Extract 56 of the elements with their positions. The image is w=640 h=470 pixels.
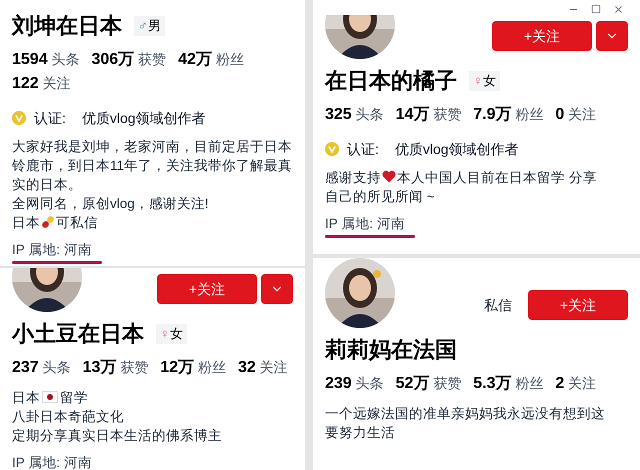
bio-text: 大家好我是刘坤，老家河南，目前定居于日本铃鹿市，到日本11年了，关注我带你了解最真实的日本。: [12, 138, 292, 192]
bio-text: 要努力生活: [325, 424, 395, 440]
bio-text: 本人中国人目前在日本留学 分享: [397, 170, 597, 184]
heart-icon: [382, 170, 396, 182]
close-icon[interactable]: [613, 4, 624, 15]
maximize-icon[interactable]: [591, 4, 601, 14]
bio-text: 感谢支持: [325, 170, 381, 184]
stat: 2 关注: [555, 374, 596, 394]
gender-badge: ♀女: [156, 324, 187, 344]
stat: 1594 头条: [12, 50, 80, 70]
more-button[interactable]: [261, 274, 293, 304]
stat: 32 关注: [238, 358, 288, 378]
stat: 13万 获赞: [82, 358, 148, 378]
bio-text: 留学: [60, 390, 88, 404]
bio-text: 全网同名，原创vlog，感谢关注!: [12, 196, 209, 210]
gender-badge: ♂男: [134, 16, 165, 36]
stat: 12万 粉丝: [160, 358, 226, 378]
verification-label: 认证:: [347, 140, 379, 158]
verified-icon: [325, 142, 339, 156]
bio-text: 一个远嫁法国的准单亲妈妈我永远没有想到这: [325, 406, 605, 420]
verification-value: 优质vlog领域创作者: [394, 140, 519, 159]
bio-text: 自己的所见所闻 ~: [325, 188, 435, 204]
follow-button[interactable]: +关注: [492, 21, 592, 51]
bio-text: 可私信: [56, 214, 98, 230]
stat: 306万 获赞: [91, 50, 166, 70]
message-button[interactable]: 私信: [472, 290, 524, 320]
verified-icon: [12, 111, 26, 125]
bio-text: 日本: [12, 214, 40, 230]
profile-name: 刘坤在日本: [12, 12, 122, 40]
stat: 14万 获赞: [396, 104, 462, 124]
bio-text: 八卦日本奇葩文化: [12, 408, 124, 424]
stat: 0 关注: [555, 104, 596, 124]
ip-location: IP 属地: 河南: [12, 454, 92, 470]
stat: 7.9万 粉丝: [473, 104, 544, 124]
verification-label: 认证:: [34, 108, 66, 128]
flag-icon: [42, 390, 58, 402]
ip-location: IP 属地: 河南: [12, 240, 92, 258]
stat: 52万 获赞: [396, 374, 462, 394]
gender-badge: ♀女: [469, 71, 500, 90]
bio-text: 日本: [12, 390, 40, 404]
stat: 325 头条: [325, 104, 384, 124]
follow-button[interactable]: +关注: [157, 274, 257, 304]
stat: 5.3万 粉丝: [473, 374, 544, 394]
verification-value: 优质vlog领域创作者: [82, 108, 206, 128]
ip-location: IP 属地: 河南: [325, 214, 405, 232]
stat: 239 头条: [325, 374, 384, 394]
follow-button[interactable]: +关注: [528, 290, 628, 320]
more-button[interactable]: [596, 21, 628, 51]
profile-name: 在日本的橘子: [325, 67, 457, 94]
stat: 42万 粉丝: [178, 50, 244, 70]
stat: 122 关注: [12, 74, 71, 94]
stat: 237 头条: [12, 358, 71, 378]
profile-name: 莉莉妈在法国: [325, 336, 457, 364]
profile-name: 小土豆在日本: [12, 320, 144, 348]
bio-text: 定期分享真实日本生活的佛系博主: [12, 428, 222, 442]
pill-icon: [41, 214, 55, 228]
